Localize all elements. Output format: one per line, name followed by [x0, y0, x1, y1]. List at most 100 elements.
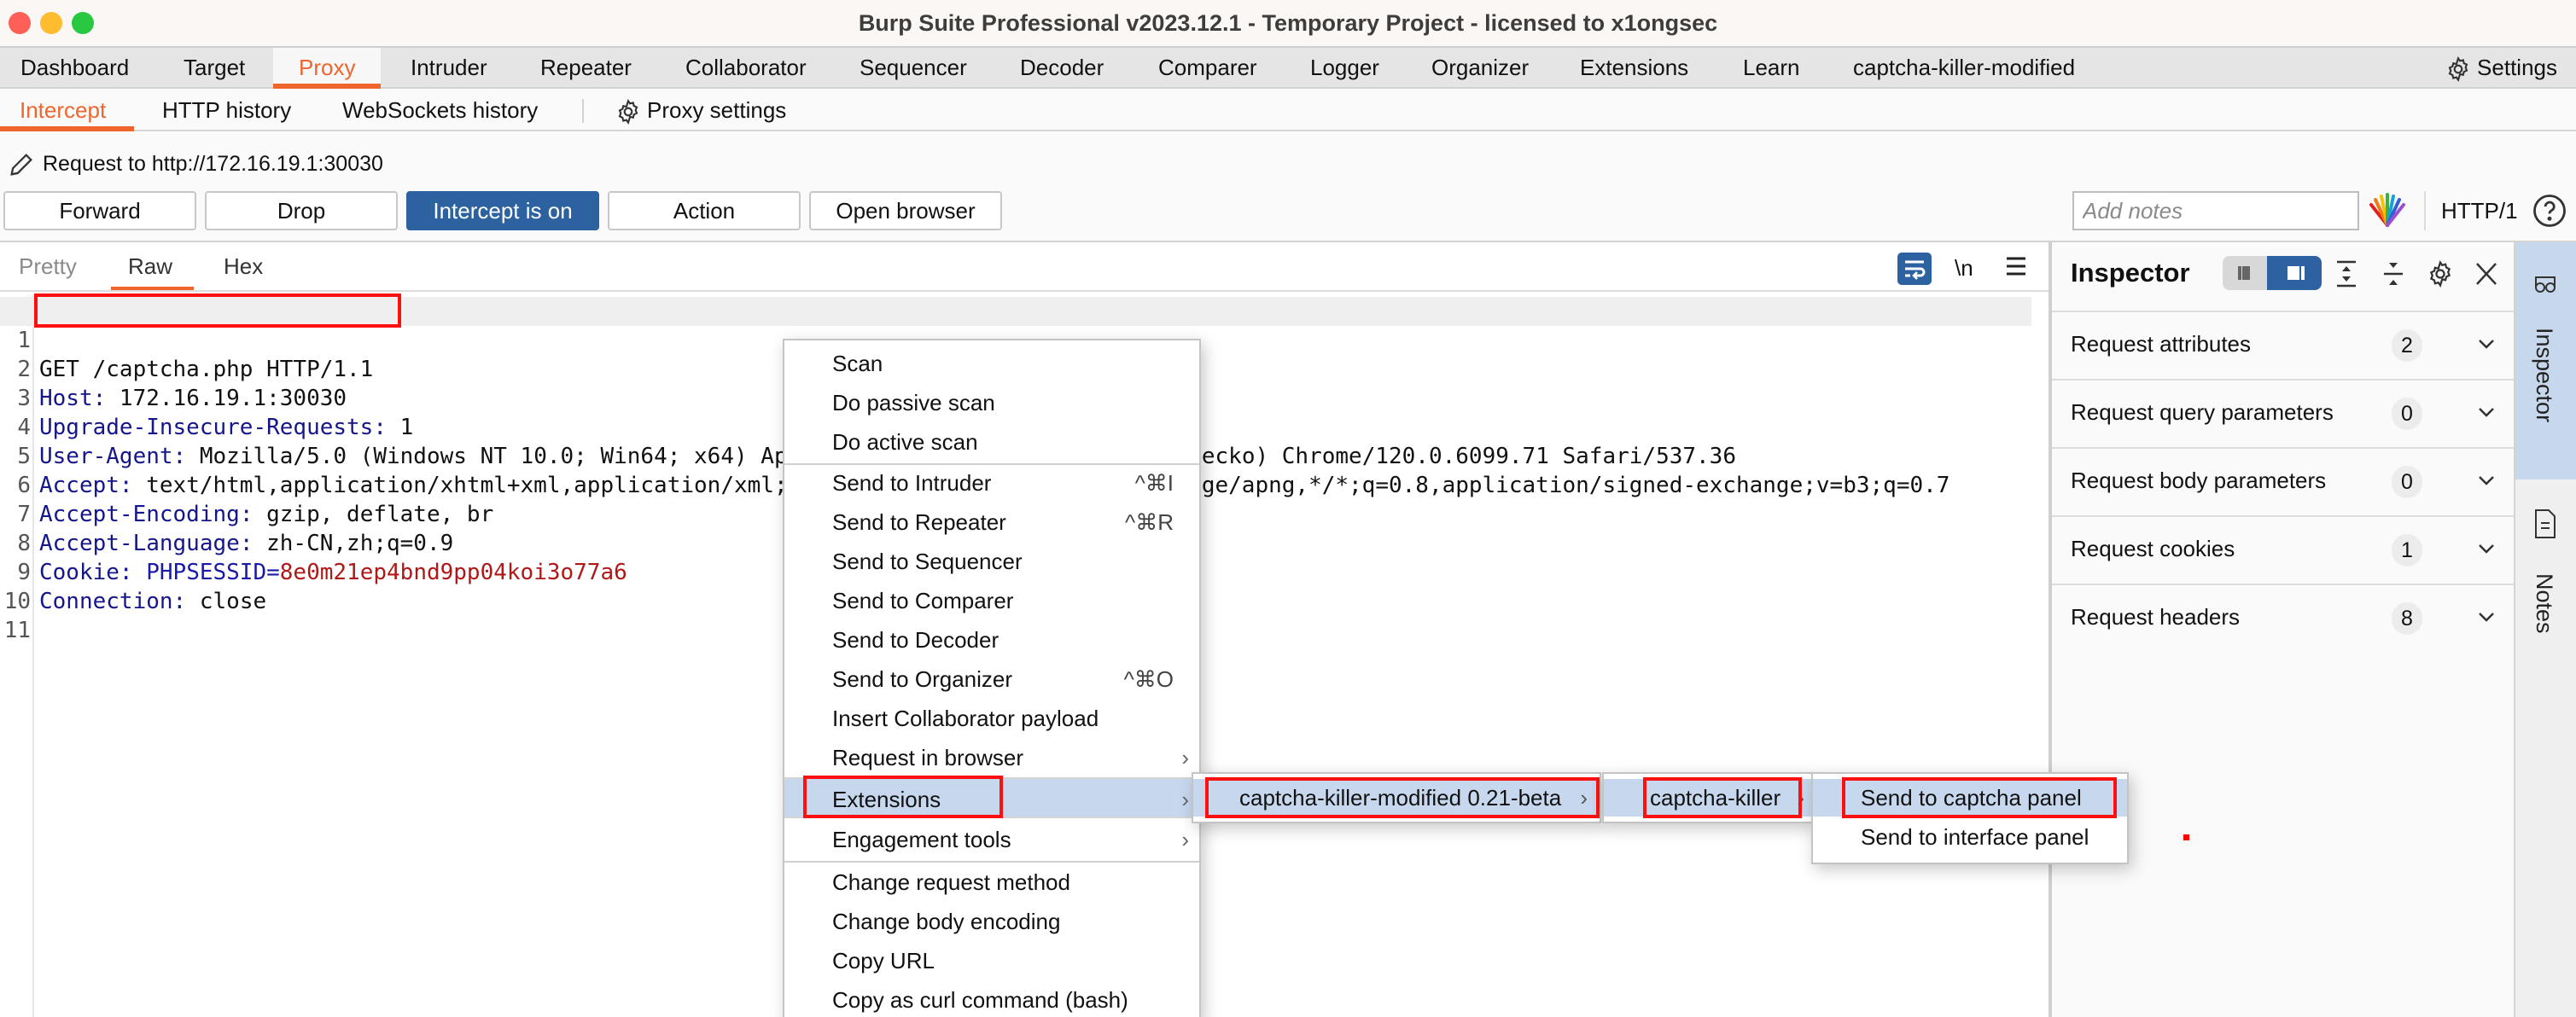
- count-badge: 8: [2392, 602, 2422, 635]
- main-tab-bar: Dashboard Target Proxy Intruder Repeater…: [0, 48, 2576, 89]
- inspector-panel: Inspector Request attributes 2 Request q…: [2049, 241, 2514, 1017]
- tab-captcha-killer-modified[interactable]: captcha-killer-modified: [1853, 48, 2075, 87]
- section-label: Request attributes: [2071, 331, 2252, 357]
- side-tab-label: Notes: [2532, 573, 2557, 634]
- tab-websockets-history[interactable]: WebSockets history: [342, 89, 538, 130]
- tab-sequencer[interactable]: Sequencer: [860, 48, 967, 87]
- menu-item-send-to-organizer[interactable]: Send to Organizer ^⌘O: [784, 660, 1199, 699]
- side-tab-label: Inspector: [2532, 328, 2557, 423]
- menu-item-captcha-killer[interactable]: captcha-killer ›: [1604, 779, 1811, 817]
- hamburger-menu-icon[interactable]: [2004, 254, 2028, 278]
- section-label: Request headers: [2071, 604, 2241, 630]
- inspector-section-request-attributes[interactable]: Request attributes 2: [2052, 311, 2514, 379]
- chevron-right-icon: ›: [1181, 745, 1189, 770]
- tab-raw[interactable]: Raw: [110, 249, 195, 290]
- forward-button[interactable]: Forward: [3, 191, 196, 230]
- settings-button[interactable]: Settings: [2445, 48, 2557, 87]
- section-label: Request body parameters: [2071, 468, 2327, 493]
- tab-intruder[interactable]: Intruder: [411, 48, 487, 87]
- menu-item-send-to-decoder[interactable]: Send to Decoder: [784, 620, 1199, 660]
- inspector-section-headers[interactable]: Request headers 8: [2052, 584, 2514, 652]
- tab-learn[interactable]: Learn: [1743, 48, 1800, 87]
- menu-item-send-to-interface-panel[interactable]: Send to interface panel: [1813, 818, 2127, 856]
- section-label: Request cookies: [2071, 536, 2235, 561]
- tab-repeater[interactable]: Repeater: [540, 48, 632, 87]
- code-line[interactable]: 1 GET /captcha.php HTTP/1.1: [0, 297, 2031, 382]
- tab-extensions[interactable]: Extensions: [1580, 48, 1688, 87]
- menu-item-do-passive-scan[interactable]: Do passive scan: [784, 383, 1199, 422]
- intercept-toggle-button[interactable]: Intercept is on: [406, 191, 599, 230]
- tab-decoder[interactable]: Decoder: [1020, 48, 1104, 87]
- close-icon[interactable]: [2474, 259, 2499, 288]
- add-notes-input[interactable]: [2072, 191, 2359, 230]
- menu-item-request-in-browser[interactable]: Request in browser ›: [784, 738, 1199, 777]
- drop-button[interactable]: Drop: [205, 191, 398, 230]
- menu-item-insert-collaborator-payload[interactable]: Insert Collaborator payload: [784, 699, 1199, 738]
- menu-item-send-to-comparer[interactable]: Send to Comparer: [784, 581, 1199, 620]
- proxy-sub-tab-bar: Intercept HTTP history WebSockets histor…: [0, 89, 2576, 131]
- menu-item-send-to-repeater[interactable]: Send to Repeater ^⌘R: [784, 503, 1199, 542]
- divider: [582, 99, 584, 123]
- menu-item-copy-url[interactable]: Copy URL: [784, 941, 1199, 980]
- menu-item-copy-as-curl[interactable]: Copy as curl command (bash): [784, 980, 1199, 1017]
- menu-item-scan[interactable]: Scan: [784, 344, 1199, 383]
- menu-item-send-to-intruder[interactable]: Send to Intruder ^⌘I: [784, 463, 1199, 503]
- inspector-section-body-parameters[interactable]: Request body parameters 0: [2052, 447, 2514, 515]
- tab-http-history[interactable]: HTTP history: [162, 89, 291, 130]
- menu-item-extensions[interactable]: Extensions ›: [784, 777, 1199, 818]
- open-browser-button[interactable]: Open browser: [809, 191, 1002, 230]
- divider: [2424, 191, 2426, 230]
- menu-item-engagement-tools[interactable]: Engagement tools ›: [784, 820, 1199, 859]
- tab-collaborator[interactable]: Collaborator: [685, 48, 807, 87]
- tab-logger[interactable]: Logger: [1310, 48, 1379, 87]
- proxy-settings-button[interactable]: Proxy settings: [615, 89, 786, 131]
- tab-dashboard[interactable]: Dashboard: [20, 48, 129, 87]
- inspector-section-cookies[interactable]: Request cookies 1: [2052, 515, 2514, 584]
- pencil-icon: [10, 154, 32, 177]
- inspector-section-query-parameters[interactable]: Request query parameters 0: [2052, 379, 2514, 447]
- shortcut: ^⌘O: [1123, 666, 1174, 692]
- menu-item-send-to-sequencer[interactable]: Send to Sequencer: [784, 542, 1199, 581]
- http-version-toggle[interactable]: HTTP/1: [2441, 191, 2518, 230]
- request-target-label: Request to http://172.16.19.1:30030: [43, 152, 383, 176]
- menu-item-change-request-method[interactable]: Change request method: [784, 863, 1199, 902]
- tab-comparer[interactable]: Comparer: [1158, 48, 1257, 87]
- settings-label: Settings: [2477, 55, 2557, 80]
- gear-icon[interactable]: [2426, 259, 2455, 288]
- layout-vertical-toggle[interactable]: [2267, 256, 2322, 290]
- panel-right-icon: [2288, 266, 2305, 280]
- tab-proxy[interactable]: Proxy: [273, 48, 382, 89]
- count-badge: 0: [2392, 398, 2422, 430]
- menu-item-do-active-scan[interactable]: Do active scan: [784, 422, 1199, 462]
- shortcut: ^⌘I: [1134, 470, 1174, 496]
- chevron-down-icon: [2479, 613, 2494, 622]
- tab-organizer[interactable]: Organizer: [1431, 48, 1529, 87]
- tab-intercept[interactable]: Intercept: [0, 89, 135, 131]
- tab-pretty[interactable]: Pretty: [19, 249, 77, 283]
- menu-item-captcha-killer-modified[interactable]: captcha-killer-modified 0.21-beta ›: [1193, 779, 1600, 817]
- section-label: Request query parameters: [2071, 399, 2334, 425]
- chevron-right-icon: ›: [1797, 785, 1804, 811]
- window-title: Burp Suite Professional v2023.12.1 - Tem…: [858, 10, 1718, 36]
- chevron-down-icon: [2479, 408, 2494, 417]
- chevron-down-icon: [2479, 340, 2494, 349]
- word-wrap-icon[interactable]: [1897, 253, 1932, 285]
- expand-all-icon[interactable]: [2334, 259, 2359, 288]
- shortcut: ^⌘R: [1125, 509, 1174, 535]
- menu-item-change-body-encoding[interactable]: Change body encoding: [784, 902, 1199, 941]
- side-tab-inspector[interactable]: Inspector: [2515, 242, 2576, 479]
- help-icon[interactable]: [2532, 193, 2567, 229]
- gear-icon: [2448, 56, 2468, 83]
- action-button[interactable]: Action: [608, 191, 801, 230]
- tab-hex[interactable]: Hex: [224, 249, 263, 283]
- menu-item-send-to-captcha-panel[interactable]: Send to captcha panel: [1813, 779, 2127, 817]
- side-tab-notes[interactable]: Notes: [2515, 479, 2576, 676]
- chevron-down-icon: [2479, 476, 2494, 485]
- tab-target[interactable]: Target: [184, 48, 245, 87]
- line-number: 11: [3, 618, 31, 643]
- show-newlines-toggle[interactable]: \n: [1955, 253, 1973, 283]
- collapse-all-icon[interactable]: [2381, 259, 2406, 288]
- highlight-color-icon[interactable]: [2366, 193, 2409, 229]
- annotation-dot: [2183, 834, 2189, 840]
- gear-icon: [618, 99, 638, 125]
